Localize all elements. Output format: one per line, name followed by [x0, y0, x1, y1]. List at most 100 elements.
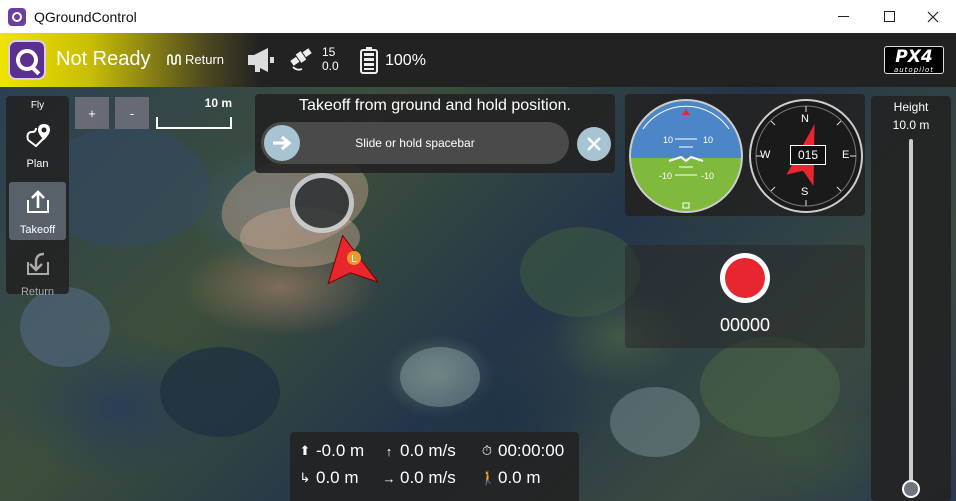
toolstrip-takeoff-button[interactable]: Takeoff: [9, 182, 66, 240]
confirm-slider-text: Slide or hold spacebar: [355, 136, 475, 150]
compass-indicator: N E S W 015: [749, 99, 863, 213]
fly-toolstrip: Fly Plan Takeoff Return: [6, 96, 69, 298]
minimize-icon: [837, 16, 849, 17]
map-texture: [520, 227, 640, 317]
close-window-button[interactable]: [910, 0, 956, 33]
arrow-right-icon: [273, 135, 292, 151]
maximize-button[interactable]: [866, 0, 912, 33]
toolstrip-plan-button[interactable]: Plan: [9, 116, 66, 174]
qgc-logo-icon: [16, 49, 38, 71]
stopwatch-icon: ⏱: [481, 443, 493, 458]
maximize-icon: [883, 11, 895, 22]
pitch-label-up-left: 10: [663, 135, 674, 145]
compass-south: S: [801, 186, 809, 198]
pitch-label-down-right: -10: [701, 171, 715, 181]
map-texture: [400, 347, 480, 407]
compass-east: E: [842, 149, 850, 161]
map-texture: [610, 387, 700, 457]
map-texture: [700, 337, 840, 437]
gps-readout[interactable]: 15 0.0: [322, 45, 339, 73]
main-toolbar: Not Ready Return 15 0.0 100% PX4 autopil…: [0, 33, 956, 87]
px4-logo-subtext: autopilot: [893, 66, 935, 74]
takeoff-confirm-panel: Takeoff from ground and hold position. S…: [255, 94, 615, 173]
gps-satellite-count: 15: [322, 45, 336, 59]
telemetry-distance-walk-value: 0.0 m: [498, 468, 541, 487]
telemetry-distance-home: ↳ 0.0 m: [298, 468, 359, 488]
telemetry-distance-walk: 🚶 0.0 m: [480, 468, 541, 488]
attitude-indicator: 10 10 -10 -10: [629, 99, 743, 213]
height-slider-handle[interactable]: [902, 480, 920, 498]
telemetry-horizontal-speed-value: 0.0 m/s: [400, 468, 456, 487]
telemetry-altitude-value: -0.0 m: [316, 441, 365, 460]
toolstrip-plan-label: Plan: [26, 158, 49, 170]
flight-mode-label: Return: [185, 52, 225, 67]
telemetry-vertical-speed: ↑ 0.0 m/s: [382, 441, 456, 461]
takeoff-icon: [27, 190, 49, 213]
map-scale: 10 m: [156, 96, 232, 129]
camera-panel: 00000: [625, 245, 865, 348]
cancel-action-button[interactable]: [577, 127, 611, 161]
vehicle-marker-label: L: [351, 254, 357, 265]
px4-logo: PX4 autopilot: [884, 46, 944, 74]
battery-icon[interactable]: [360, 47, 378, 74]
map-texture: [160, 347, 280, 437]
qgc-logo-button[interactable]: [8, 40, 46, 80]
close-icon: [587, 137, 601, 151]
toolstrip-takeoff-label: Takeoff: [19, 224, 56, 236]
minimize-button[interactable]: [820, 0, 866, 33]
telemetry-distance-home-value: 0.0 m: [316, 468, 359, 487]
toolstrip-return-label: Return: [20, 286, 55, 298]
telemetry-vertical-speed-value: 0.0 m/s: [400, 441, 456, 460]
record-icon: [725, 258, 765, 298]
plan-icon: [26, 124, 50, 148]
walk-icon: 🚶: [480, 470, 497, 485]
height-slider-panel: Height 10.0 m: [871, 96, 951, 501]
vehicle-marker[interactable]: L: [318, 231, 378, 291]
height-slider-title: Height: [893, 100, 929, 114]
confirm-slider[interactable]: Slide or hold spacebar: [261, 122, 569, 164]
instrument-panel[interactable]: 10 10 -10 -10 N E S W 015: [625, 94, 865, 216]
flight-mode-selector[interactable]: Return: [167, 52, 224, 67]
vertical-speed-icon: ↑: [385, 443, 393, 459]
vehicle-status-area[interactable]: Not Ready Return: [0, 33, 260, 87]
telemetry-altitude: ⬆ -0.0 m: [298, 441, 365, 461]
confirm-slider-handle[interactable]: [264, 125, 300, 161]
window-titlebar: QGroundControl: [0, 0, 956, 33]
map-texture: [290, 173, 354, 233]
pitch-label-up-right: 10: [703, 135, 714, 145]
battery-percentage[interactable]: 100%: [385, 52, 426, 70]
record-count: 00000: [719, 315, 771, 335]
pitch-label-down-left: -10: [659, 171, 673, 181]
distance-home-icon: ↳: [299, 470, 311, 485]
toolstrip-return-button[interactable]: Return: [9, 244, 66, 302]
close-icon: [927, 11, 939, 22]
app-icon: [8, 7, 26, 26]
heading-readout: 015: [790, 145, 826, 165]
telemetry-bar[interactable]: ⬆ -0.0 m ↑ 0.0 m/s ⏱ 00:00:00 ↳ 0.0 m → …: [290, 432, 579, 501]
compass-north: N: [801, 113, 809, 125]
telemetry-flight-time-value: 00:00:00: [498, 441, 565, 460]
messages-megaphone-icon[interactable]: [246, 46, 276, 74]
px4-logo-text: PX4: [895, 47, 933, 67]
altitude-arrow-icon: ⬆: [299, 443, 311, 458]
flight-mode-icon: [167, 53, 181, 65]
zoom-in-button[interactable]: +: [75, 97, 109, 129]
vehicle-ready-status[interactable]: Not Ready: [56, 48, 151, 71]
toolstrip-title: Fly: [30, 100, 45, 111]
map-scale-label: 10 m: [204, 96, 232, 110]
zoom-out-button[interactable]: -: [115, 97, 149, 129]
height-slider-track[interactable]: [909, 139, 913, 489]
compass-west: W: [760, 149, 771, 161]
takeoff-confirm-title: Takeoff from ground and hold position.: [299, 97, 571, 114]
return-icon: [27, 252, 49, 275]
gps-satellite-icon[interactable]: [289, 45, 313, 73]
telemetry-flight-time: ⏱ 00:00:00: [480, 441, 564, 461]
horizontal-speed-icon: →: [382, 470, 396, 486]
record-button[interactable]: [720, 253, 770, 303]
gps-hdop: 0.0: [322, 59, 339, 73]
attitude-scale: [642, 105, 730, 209]
map-scale-bar: [156, 117, 232, 129]
window-title: QGroundControl: [34, 8, 137, 25]
telemetry-horizontal-speed: → 0.0 m/s: [382, 468, 456, 488]
satellite-map[interactable]: L Fly Plan Takeoff Return + - 10 m Takeo…: [0, 87, 956, 501]
